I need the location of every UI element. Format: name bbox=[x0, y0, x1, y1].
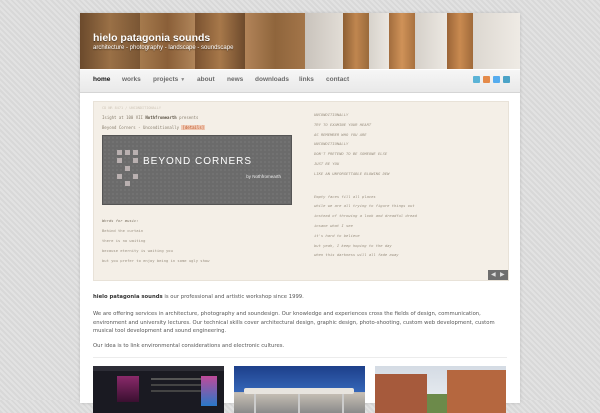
thumb-column bbox=[342, 394, 344, 413]
main-nav: home works projects ▼ about news download… bbox=[80, 70, 520, 93]
rss-icon[interactable] bbox=[483, 76, 490, 83]
lyric-line: because eternity is waiting you bbox=[102, 248, 173, 253]
thumb-ui-panel bbox=[117, 376, 139, 402]
nav-item-works[interactable]: works bbox=[122, 76, 141, 83]
lyric-spacer bbox=[314, 179, 417, 192]
thumb-building-right bbox=[447, 370, 506, 413]
thumb-column bbox=[298, 394, 300, 413]
nav-item-downloads[interactable]: downloads bbox=[255, 76, 289, 83]
wood-panel bbox=[245, 13, 305, 69]
thumb-ui-bar bbox=[93, 366, 224, 371]
album-pixel-logo bbox=[117, 150, 139, 186]
album-cover-artist: by Nothfromearth bbox=[246, 174, 281, 179]
lyric-line: it's hard to believe bbox=[314, 232, 360, 238]
section-divider bbox=[93, 357, 507, 358]
slider-arrows: ◀ ▶ bbox=[488, 270, 508, 280]
slider-album-line: Beyond Corners - Unconditionally [detail… bbox=[102, 125, 206, 130]
services-paragraph: We are offering services in architecture… bbox=[93, 311, 495, 334]
thumbnail-brick-buildings[interactable] bbox=[375, 366, 506, 413]
intro-brand: hielo patagonia sounds bbox=[93, 294, 163, 300]
thumb-tree bbox=[427, 394, 447, 413]
idea-paragraph: Our idea is to link environmental consid… bbox=[93, 343, 285, 349]
arrow-right-icon[interactable]: ▶ bbox=[500, 271, 505, 278]
site-header: hielo patagonia sounds architecture - ph… bbox=[80, 13, 520, 69]
skype-icon[interactable] bbox=[473, 76, 480, 83]
presents-artist: Nothfromearth bbox=[145, 115, 177, 120]
lyric-line: instead of throwing a look and dreadful … bbox=[314, 213, 417, 219]
intro-rest: is our professional and artistic worksho… bbox=[162, 294, 304, 300]
wood-panel bbox=[447, 13, 473, 69]
concrete-panel bbox=[305, 13, 343, 69]
intro-text: hielo patagonia sounds is our profession… bbox=[93, 294, 304, 300]
thumb-building-left bbox=[375, 374, 427, 413]
lyric-line: LIKE AN UNFORGETTABLE BLOWING DEW bbox=[314, 170, 390, 176]
site-title[interactable]: hielo patagonia sounds bbox=[93, 32, 210, 44]
lyric-line: Behind the curtain bbox=[102, 228, 144, 233]
lyric-line: JUST BE YOU bbox=[314, 160, 340, 166]
lyric-line: but you prefer to enjoy being in some ug… bbox=[102, 258, 210, 263]
slider-top-note: CD NR 8471 / UNCONDITIONALLY bbox=[102, 106, 162, 110]
nav-item-contact[interactable]: contact bbox=[326, 76, 349, 83]
slider-left-lyrics: Words for music: Behind the curtain ther… bbox=[102, 216, 209, 266]
lyric-line: while we are all trying to figure things… bbox=[314, 203, 415, 209]
nav-item-home[interactable]: home bbox=[93, 76, 110, 83]
lyrics-heading: Words for music: bbox=[102, 218, 139, 223]
thumb-ui-line bbox=[151, 384, 201, 386]
twitter-icon[interactable] bbox=[493, 76, 500, 83]
featured-slider: CD NR 8471 / UNCONDITIONALLY Isight at 1… bbox=[93, 101, 509, 281]
album-line-text: Beyond Corners - Unconditionally bbox=[102, 125, 180, 130]
thumb-ui-meter bbox=[201, 376, 217, 406]
lyric-line: UNCONDITIONALLY bbox=[314, 112, 349, 117]
nav-item-news[interactable]: news bbox=[227, 76, 243, 83]
thumbnail-software-ui[interactable] bbox=[93, 366, 224, 413]
chevron-down-icon: ▼ bbox=[180, 77, 186, 83]
concrete-panel bbox=[369, 13, 389, 69]
lyric-line: there is no waiting bbox=[102, 238, 146, 243]
concrete-panel bbox=[473, 13, 520, 69]
lyric-line: when this darkness will all fade away bbox=[314, 252, 399, 258]
slider-right-lyrics: UNCONDITIONALLY TRY TO EXAMINE YOUR HEAR… bbox=[314, 110, 417, 260]
lyric-line: DON'T PRETEND TO BE SOMEONE ELSE bbox=[314, 151, 388, 157]
nav-item-links[interactable]: links bbox=[299, 76, 314, 83]
presents-prefix: Isight at 100 VII bbox=[102, 115, 143, 120]
lyric-line: but yeah, I keep hoping to the day bbox=[314, 242, 392, 248]
lyric-line: UNCONDITIONALLY bbox=[314, 141, 349, 147]
wood-panel bbox=[343, 13, 369, 69]
thumb-ui-line bbox=[151, 390, 206, 392]
page-container: hielo patagonia sounds architecture - ph… bbox=[80, 13, 520, 413]
lyric-line: TRY TO EXAMINE YOUR HEART bbox=[314, 121, 372, 127]
nav-item-projects-label: projects bbox=[153, 76, 179, 83]
vimeo-icon[interactable] bbox=[503, 76, 510, 83]
nav-item-projects[interactable]: projects ▼ bbox=[153, 76, 185, 83]
slider-presents: Isight at 100 VII Nothfromearth presents bbox=[102, 115, 198, 120]
site-tagline: architecture - photography - landscape -… bbox=[93, 45, 234, 51]
album-cover-title: BEYOND CORNERS bbox=[143, 156, 253, 167]
thumb-column bbox=[254, 394, 256, 413]
presents-suffix: presents bbox=[179, 115, 199, 120]
arrow-left-icon[interactable]: ◀ bbox=[491, 271, 496, 278]
concrete-panel bbox=[415, 13, 447, 69]
lyric-line: insane what I see bbox=[314, 222, 353, 228]
wood-panel bbox=[389, 13, 415, 69]
album-cover-image[interactable]: BEYOND CORNERS by Nothfromearth bbox=[102, 135, 292, 205]
lyric-line: Empty faces fill all places bbox=[314, 193, 376, 199]
nav-item-about[interactable]: about bbox=[197, 76, 215, 83]
thumbnail-architecture-night[interactable] bbox=[234, 366, 365, 413]
album-details-link[interactable]: [details] bbox=[181, 125, 206, 130]
lyric-line: AS REMEMBER WHO YOU ARE bbox=[314, 131, 367, 137]
